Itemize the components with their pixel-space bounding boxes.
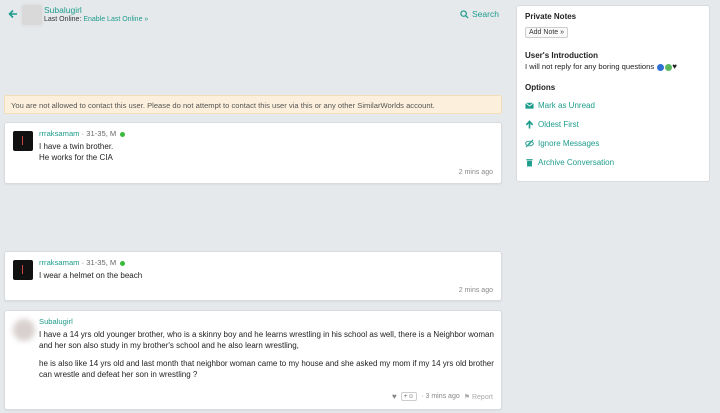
contact-restriction-notice: You are not allowed to contact this user… bbox=[4, 95, 502, 114]
option-label: Mark as Unread bbox=[538, 101, 595, 110]
message-paragraph: I have a 14 yrs old younger brother, who… bbox=[39, 330, 494, 350]
trash-icon bbox=[526, 159, 533, 167]
envelope-icon bbox=[525, 102, 534, 109]
option-label: Ignore Messages bbox=[538, 139, 600, 148]
report-label: Report bbox=[471, 393, 493, 401]
intro-text: I will not reply for any boring question… bbox=[525, 62, 677, 71]
enable-last-online-link[interactable]: Enable Last Online » bbox=[83, 16, 148, 23]
sender-avatar[interactable] bbox=[13, 260, 33, 280]
message-sender: rrraksamam · 31-35, M bbox=[39, 129, 126, 138]
online-indicator bbox=[120, 131, 126, 137]
conversation-header: Subalugirl Last Online: Enable Last Onli… bbox=[0, 0, 505, 34]
message-time: 2 mins ago bbox=[458, 287, 493, 294]
react-button[interactable]: +☺ bbox=[400, 392, 418, 401]
black-heart-icon: ♥ bbox=[672, 62, 678, 71]
message-line: I wear a helmet on the beach bbox=[39, 271, 143, 280]
search-label: Search bbox=[472, 9, 499, 19]
message-body: I have a 14 yrs old younger brother, who… bbox=[39, 329, 495, 380]
conversation-sidebar: Private Notes Add Note » User's Introduc… bbox=[516, 5, 710, 182]
option-oldest-first[interactable]: Oldest First bbox=[525, 120, 579, 129]
message-sender: rrraksamam · 31-35, M bbox=[39, 258, 126, 267]
heart-icon[interactable]: ♥ bbox=[392, 392, 397, 401]
last-online-label: Last Online: bbox=[44, 16, 82, 23]
message-time: 2 mins ago bbox=[458, 169, 493, 176]
back-arrow-icon[interactable] bbox=[8, 9, 18, 19]
sender-meta: · 31-35, M bbox=[81, 129, 117, 138]
private-notes-title: Private Notes bbox=[525, 12, 577, 21]
message-line: I have a twin brother. bbox=[39, 142, 114, 151]
arrow-up-icon bbox=[525, 120, 534, 129]
message-sender: Subalugirl bbox=[39, 317, 73, 326]
message-card: Subalugirl I have a 14 yrs old younger b… bbox=[4, 310, 502, 410]
flag-icon: ⚑ bbox=[463, 393, 471, 401]
add-note-button[interactable]: Add Note » bbox=[525, 27, 569, 38]
option-archive-conversation[interactable]: Archive Conversation bbox=[525, 158, 614, 167]
sender-avatar[interactable] bbox=[13, 319, 35, 341]
search-button[interactable]: Search bbox=[460, 9, 499, 19]
eye-slash-icon bbox=[525, 139, 534, 148]
sender-avatar[interactable] bbox=[13, 131, 33, 151]
sender-name[interactable]: Subalugirl bbox=[39, 317, 73, 326]
option-label: Archive Conversation bbox=[538, 158, 615, 167]
sender-meta: · 31-35, M bbox=[81, 258, 117, 267]
option-label: Oldest First bbox=[538, 120, 579, 129]
intro-title: User's Introduction bbox=[525, 51, 599, 60]
search-icon bbox=[460, 9, 469, 19]
message-time: · 3 mins ago bbox=[421, 393, 460, 400]
blue-heart-icon bbox=[657, 63, 665, 71]
message-card: rrraksamam · 31-35, M I have a twin brot… bbox=[4, 122, 502, 184]
message-body: I wear a helmet on the beach bbox=[39, 270, 495, 281]
option-ignore-messages[interactable]: Ignore Messages bbox=[525, 139, 599, 148]
header-username[interactable]: Subalugirl bbox=[44, 5, 82, 15]
message-actions: ♥ +☺ · 3 mins ago ⚑ Report bbox=[392, 392, 493, 401]
option-mark-as-unread[interactable]: Mark as Unread bbox=[525, 101, 595, 110]
report-button[interactable]: ⚑ Report bbox=[464, 393, 493, 401]
message-body: I have a twin brother. He works for the … bbox=[39, 141, 495, 163]
message-card: rrraksamam · 31-35, M I wear a helmet on… bbox=[4, 251, 502, 301]
options-title: Options bbox=[525, 83, 556, 92]
last-online: Last Online: Enable Last Online » bbox=[44, 16, 148, 23]
user-avatar[interactable] bbox=[22, 5, 42, 25]
online-indicator bbox=[120, 260, 126, 266]
intro-text-body: I will not reply for any boring question… bbox=[525, 62, 655, 71]
sender-name[interactable]: rrraksamam bbox=[39, 129, 80, 138]
message-line: He works for the CIA bbox=[39, 153, 113, 162]
message-paragraph: he is also like 14 yrs old and last mont… bbox=[39, 359, 494, 379]
sender-name[interactable]: rrraksamam bbox=[39, 258, 80, 267]
